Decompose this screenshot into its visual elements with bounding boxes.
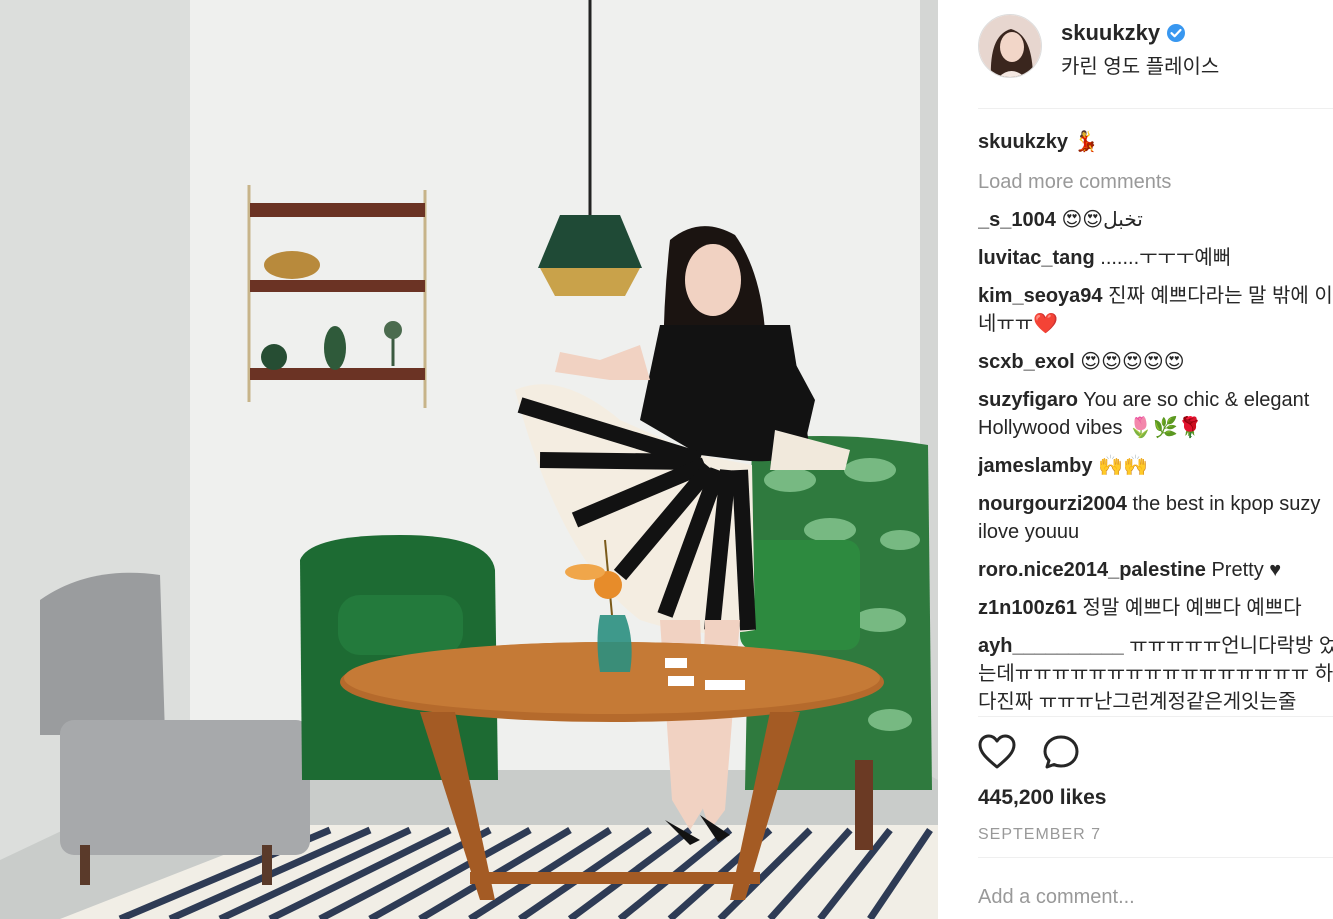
location-link[interactable]: 카린 영도 플레이스 (1061, 50, 1219, 79)
comment-item: kim_seoya94 진짜 예쁘다라는 말 밖에 이 없네ㅠㅠ❤️ (978, 282, 1333, 338)
comment-username[interactable]: scxb_exol (978, 351, 1075, 373)
comment-username[interactable]: ayh__________ (978, 635, 1124, 657)
comment-item: suzyfigaro You are so chic & elegant Hol… (978, 386, 1333, 442)
speech-bubble-icon[interactable] (1042, 734, 1080, 775)
header-divider (978, 108, 1333, 109)
comment-item: scxb_exol 😍😍😍😍😍 (978, 348, 1333, 376)
comment-item: ayh__________ ㅠㅠㅠㅠㅠ언니다락방 었는데ㅠㅠㅠㅠㅠㅠㅠㅠㅠㅠㅠㅠ… (978, 632, 1333, 716)
comment-text: 🙌🙌 (1098, 455, 1148, 477)
comment-item: jameslamby 🙌🙌 (978, 452, 1333, 480)
comment-item: _s_1004 😍😍تخبل (978, 206, 1333, 234)
caption: skuukzky 💃 (978, 128, 1333, 156)
comment-text: .......ㅜㅜㅜ예뻐 (1100, 247, 1232, 269)
post-date: SEPTEMBER 7 (978, 826, 1102, 843)
like-count[interactable]: 445,200 likes (978, 786, 1106, 810)
load-more-comments-link[interactable]: Load more comments (978, 168, 1333, 196)
comment-item: roro.nice2014_palestine Pretty ♥ (978, 556, 1333, 584)
post-header: skuukzky 카린 영도 플레이스 (978, 14, 1333, 84)
verified-badge-icon (1166, 23, 1186, 49)
username-link[interactable]: skuukzky (1061, 20, 1160, 45)
post-detail-panel: skuukzky 카린 영도 플레이스 skuukzky 💃 Load more… (938, 0, 1333, 919)
comment-item: z1n100z61 정말 예쁘다 예쁘다 예쁘다 (978, 594, 1333, 622)
comment-username[interactable]: nourgourzi2004 (978, 493, 1127, 515)
action-bar (978, 734, 1102, 774)
post-photo[interactable] (0, 0, 938, 919)
photo-illustration (0, 0, 938, 919)
caption-text: 💃 (1073, 131, 1099, 153)
comment-text: 😍😍تخبل (1061, 209, 1143, 231)
comment-item: luvitac_tang .......ㅜㅜㅜ예뻐 (978, 244, 1333, 272)
comment-username[interactable]: roro.nice2014_palestine (978, 559, 1206, 581)
comment-list: skuukzky 💃 Load more comments _s_1004 😍😍… (978, 128, 1333, 726)
comment-username[interactable]: luvitac_tang (978, 247, 1095, 269)
avatar[interactable] (978, 14, 1042, 78)
footer-divider (978, 857, 1333, 858)
comment-text: 😍😍😍😍😍 (1080, 351, 1185, 373)
heart-outline-icon[interactable] (978, 734, 1016, 775)
add-comment-input[interactable]: Add a comment... (978, 886, 1135, 909)
comments-divider (978, 716, 1333, 717)
comment-text: Pretty ♥ (1211, 559, 1282, 581)
comment-username[interactable]: _s_1004 (978, 209, 1056, 231)
comment-username[interactable]: kim_seoya94 (978, 285, 1103, 307)
comment-username[interactable]: jameslamby (978, 455, 1093, 477)
caption-username[interactable]: skuukzky (978, 131, 1068, 153)
comment-username[interactable]: z1n100z61 (978, 597, 1077, 619)
avatar-image (979, 15, 1041, 77)
comment-item: nourgourzi2004 the best in kpop suzy ilo… (978, 490, 1333, 546)
comment-text: 정말 예쁘다 예쁘다 예쁘다 (1082, 597, 1302, 619)
comment-username[interactable]: suzyfigaro (978, 389, 1078, 411)
